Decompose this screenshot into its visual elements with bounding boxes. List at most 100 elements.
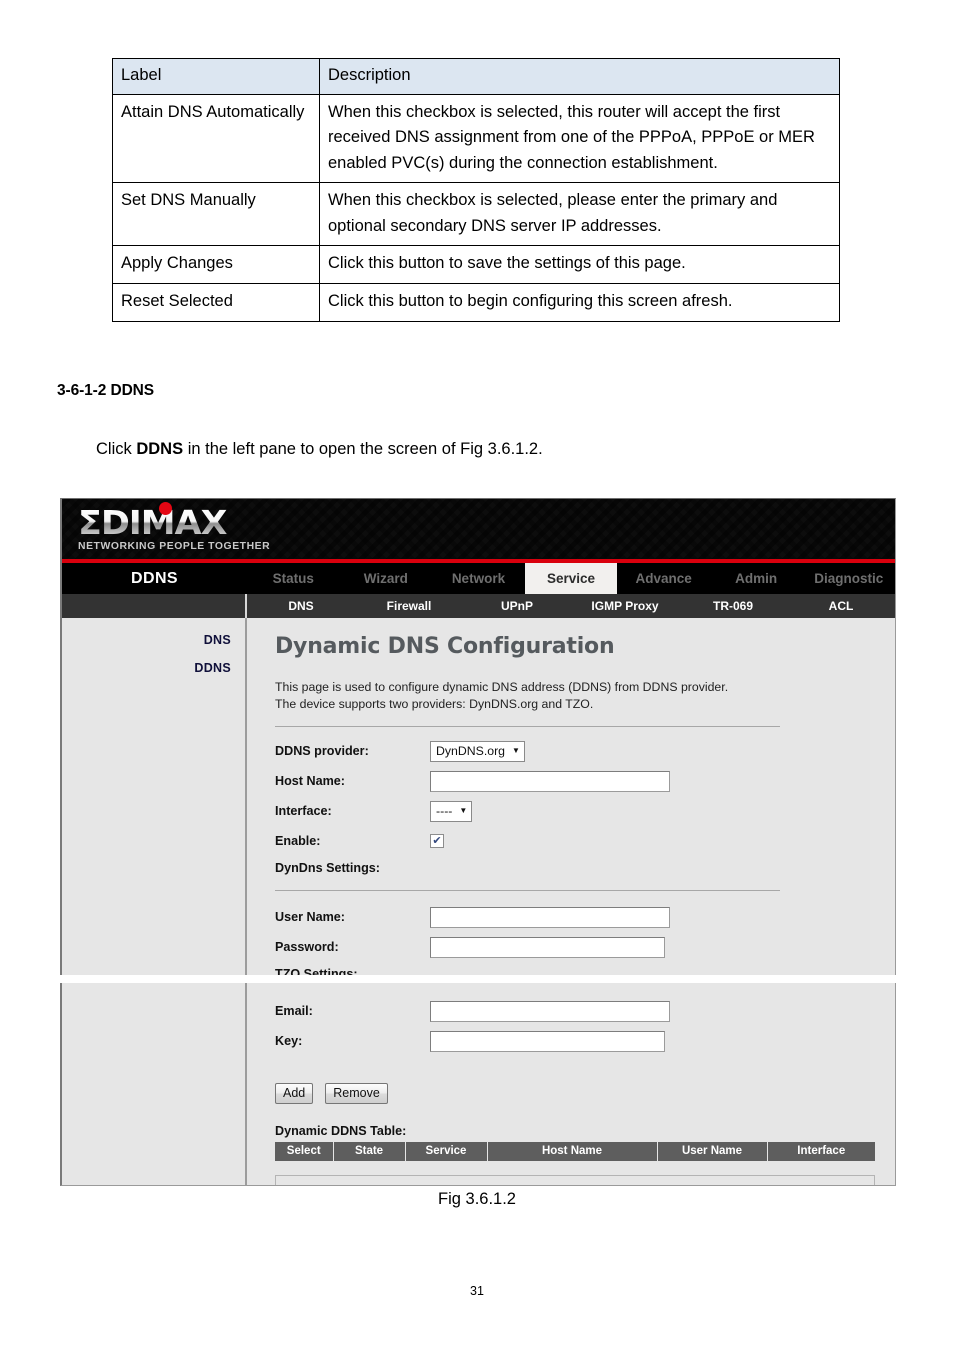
main-content: Dynamic DNS Configuration This page is u…: [247, 618, 895, 975]
group-label-tzo-settings: TZO Settings:: [275, 967, 358, 975]
divider-dyndns: [275, 890, 780, 892]
row-user-name: User Name:: [275, 906, 895, 928]
label-ddns-provider: DDNS provider:: [275, 744, 369, 759]
router-screenshot: ΣDIMAX NETWORKING PEOPLE TOGETHER DDNS S…: [60, 498, 896, 1186]
tab-status[interactable]: Status: [247, 563, 340, 594]
chevron-down-icon: ▼: [512, 746, 520, 756]
row-interface: Interface: ---- ▼: [275, 800, 895, 822]
page-description-line-1: This page is used to configure dynamic D…: [275, 680, 729, 694]
tab-network[interactable]: Network: [432, 563, 525, 594]
subtab-tr069[interactable]: TR-069: [679, 594, 787, 618]
tab-service[interactable]: Service: [524, 563, 618, 594]
ddns-th-host-name: Host Name: [487, 1142, 658, 1161]
table-row: Attain DNS Automatically When this check…: [112, 93, 840, 184]
add-button[interactable]: Add: [275, 1083, 314, 1104]
label-host-name: Host Name:: [275, 774, 345, 789]
page-description: This page is used to configure dynamic D…: [275, 679, 895, 712]
page-description-line-2: The device supports two providers: DynDN…: [275, 696, 594, 711]
table-cell-description: Click this button to save the settings o…: [319, 245, 840, 284]
table-cell-label: Set DNS Manually: [112, 182, 320, 247]
nav-current-page-label: DDNS: [131, 569, 178, 587]
chevron-down-icon: ▼: [459, 806, 468, 816]
label-enable: Enable:: [275, 834, 321, 849]
user-name-input[interactable]: [430, 906, 670, 928]
left-sidebar-lower: [62, 983, 247, 1185]
red-dot-icon: [159, 502, 172, 515]
row-ddns-provider: DDNS provider: DynDNS.org ▼: [275, 740, 895, 762]
section-paragraph: Click DDNS in the left pane to open the …: [96, 440, 543, 459]
brand-banner: ΣDIMAX NETWORKING PEOPLE TOGETHER: [62, 499, 895, 563]
table-cell-description: When this checkbox is selected, please e…: [319, 182, 840, 247]
edimax-logo: ΣDIMAX NETWORKING PEOPLE TOGETHER: [78, 502, 278, 556]
ddns-provider-value: DynDNS.org: [436, 744, 506, 759]
email-input[interactable]: [430, 1000, 670, 1022]
label-key: Key:: [275, 1034, 303, 1048]
row-password: Password:: [275, 936, 895, 958]
main-navigation: DDNS Status Wizard Network Service Advan…: [62, 563, 895, 594]
subtab-dns[interactable]: DNS: [247, 594, 355, 618]
page-title: Dynamic DNS Configuration: [275, 634, 615, 659]
table-cell-description: Click this button to begin configuring t…: [319, 282, 840, 322]
row-host-name: Host Name:: [275, 770, 895, 792]
table-header-description: Description: [319, 58, 840, 95]
remove-button[interactable]: Remove: [325, 1083, 388, 1104]
row-enable: Enable: ✔: [275, 831, 895, 851]
action-buttons: Add Remove: [275, 1083, 895, 1104]
tab-advance[interactable]: Advance: [617, 563, 710, 594]
table-row: Apply Changes Click this button to save …: [112, 245, 840, 284]
table-header-label: Label: [112, 58, 320, 95]
label-password: Password:: [275, 940, 339, 955]
key-input[interactable]: [430, 1030, 665, 1052]
logo-wordmark: ΣDIMAX: [78, 506, 290, 540]
interface-value: ----: [436, 804, 453, 819]
tab-diagnostic[interactable]: Diagnostic: [802, 563, 895, 594]
figure-caption: Fig 3.6.1.2: [438, 1190, 516, 1208]
content-body-lower: Email: Key: Add Remove Dynamic DDNS Tabl…: [62, 983, 895, 1185]
table-row: Reset Selected Click this button to begi…: [112, 282, 840, 322]
host-name-input[interactable]: [430, 770, 670, 792]
ddns-form: DDNS provider: DynDNS.org ▼ Host Name: I…: [275, 740, 895, 975]
subtab-igmp-proxy[interactable]: IGMP Proxy: [571, 594, 679, 618]
subtab-upnp[interactable]: UPnP: [463, 594, 571, 618]
sidebar-item-ddns[interactable]: DDNS: [62, 658, 231, 686]
ddns-th-interface: Interface: [767, 1142, 875, 1161]
ddns-provider-select[interactable]: DynDNS.org ▼: [430, 740, 525, 762]
tab-admin[interactable]: Admin: [710, 563, 803, 594]
sub-navigation: DNS Firewall UPnP IGMP Proxy TR-069 ACL: [62, 594, 895, 618]
label-email: Email:: [275, 1004, 313, 1018]
label-description-table: Label Description Attain DNS Automatical…: [112, 58, 840, 322]
paragraph-emphasis: DDNS: [136, 440, 184, 458]
sidebar-item-dns[interactable]: DNS: [62, 630, 231, 658]
ddns-table-body-empty: [275, 1175, 875, 1185]
subtab-acl[interactable]: ACL: [787, 594, 895, 618]
ddns-th-user-name: User Name: [657, 1142, 768, 1161]
paragraph-text-pre: Click: [96, 440, 137, 458]
screenshot-bottom-section: Email: Key: Add Remove Dynamic DDNS Tabl…: [60, 983, 896, 1186]
label-user-name: User Name:: [275, 910, 345, 925]
ddns-th-state: State: [333, 1142, 406, 1161]
left-sidebar: DNS DDNS: [62, 618, 247, 975]
password-input[interactable]: [430, 936, 665, 958]
subtab-firewall[interactable]: Firewall: [355, 594, 463, 618]
enable-checkbox[interactable]: ✔: [430, 834, 444, 849]
dynamic-ddns-table: Select State Service Host Name User Name…: [275, 1142, 875, 1161]
table-cell-label: Reset Selected: [112, 282, 320, 322]
ddns-table-header-row: Select State Service Host Name User Name…: [275, 1142, 875, 1161]
screenshot-top-section: ΣDIMAX NETWORKING PEOPLE TOGETHER DDNS S…: [60, 498, 896, 975]
ddns-table-caption: Dynamic DDNS Table:: [275, 1124, 407, 1138]
page-number: 31: [470, 1284, 484, 1298]
interface-select[interactable]: ---- ▼: [430, 800, 473, 822]
ddns-th-service: Service: [405, 1142, 488, 1161]
ddns-th-select: Select: [275, 1142, 334, 1161]
logo-tagline: NETWORKING PEOPLE TOGETHER: [78, 541, 271, 552]
section-heading: 3-6-1-2 DDNS: [57, 382, 154, 399]
paragraph-text-post: in the left pane to open the screen of F…: [183, 440, 543, 458]
subnav-spacer: [62, 594, 247, 618]
group-label-dyndns-settings: DynDns Settings:: [275, 861, 380, 876]
table-cell-label: Apply Changes: [112, 245, 320, 284]
label-interface: Interface:: [275, 804, 332, 819]
main-content-lower: Email: Key: Add Remove Dynamic DDNS Tabl…: [247, 983, 895, 1185]
table-header-row: Label Description: [112, 58, 840, 95]
tab-wizard[interactable]: Wizard: [340, 563, 433, 594]
row-key: Key:: [275, 1030, 895, 1052]
